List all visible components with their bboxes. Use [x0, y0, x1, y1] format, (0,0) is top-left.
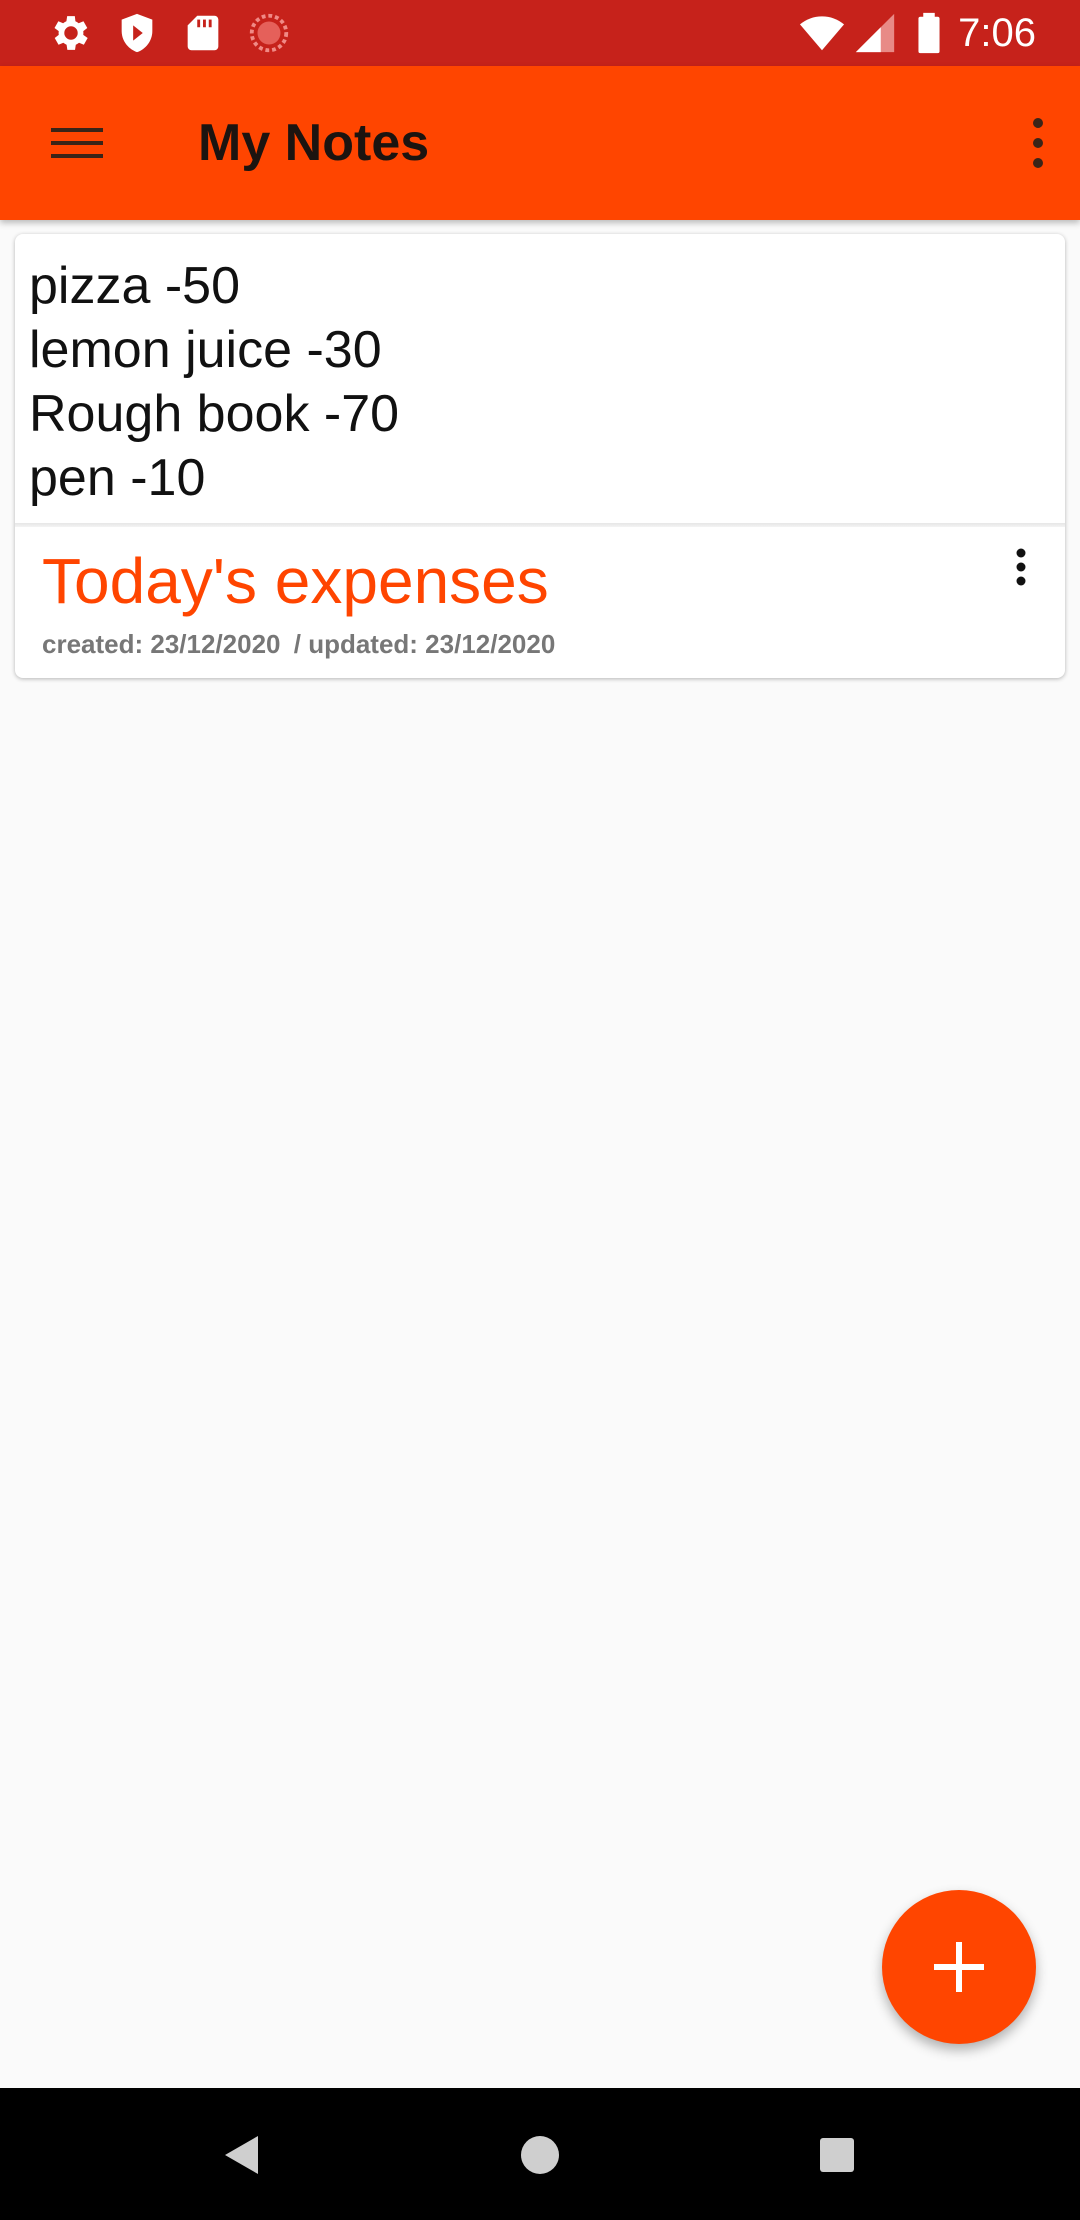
- hamburger-menu-icon: [51, 128, 103, 158]
- settings-icon: [54, 16, 88, 50]
- app-bar: My Notes: [0, 66, 1080, 220]
- note-line: lemon juice -30: [29, 321, 382, 379]
- status-bar: 7:06: [0, 0, 1080, 66]
- home-icon: [521, 2136, 559, 2174]
- note-menu-button[interactable]: [999, 541, 1043, 601]
- add-note-button[interactable]: [882, 1890, 1036, 2044]
- wifi-icon: [799, 16, 845, 51]
- note-line: pen -10: [29, 449, 206, 507]
- battery-icon: [918, 12, 940, 54]
- more-vert-icon: [1016, 548, 1026, 586]
- recents-button[interactable]: [802, 2120, 872, 2190]
- back-icon: [225, 2136, 258, 2174]
- note-title: Today's expenses: [42, 545, 549, 617]
- note-line: pizza -50: [29, 257, 240, 315]
- note-dates: created: 23/12/2020 / updated: 23/12/202…: [42, 627, 555, 661]
- recents-icon: [820, 2138, 854, 2172]
- navigation-bar: [0, 2088, 1080, 2220]
- shield-icon: [121, 13, 153, 53]
- more-vert-icon: [1033, 118, 1043, 168]
- menu-button[interactable]: [34, 111, 120, 175]
- note-footer: Today's expenses created: 23/12/2020 / u…: [15, 527, 1065, 678]
- status-time: 7:06: [958, 11, 1036, 55]
- plus-icon: [934, 1942, 984, 1992]
- back-button[interactable]: [206, 2120, 276, 2190]
- note-line: Rough book -70: [29, 385, 400, 443]
- home-button[interactable]: [505, 2120, 575, 2190]
- note-content: pizza -50 lemon juice -30 Rough book -70…: [29, 254, 1029, 510]
- sd-card-icon: [187, 15, 219, 51]
- overflow-menu-button[interactable]: [1000, 111, 1060, 175]
- note-updated-date: / updated: 23/12/2020: [293, 629, 556, 659]
- loading-icon: [249, 13, 289, 53]
- signal-icon: [855, 13, 895, 53]
- note-created-date: created: 23/12/2020: [42, 629, 281, 659]
- note-card[interactable]: pizza -50 lemon juice -30 Rough book -70…: [15, 234, 1065, 678]
- app-title: My Notes: [198, 114, 430, 172]
